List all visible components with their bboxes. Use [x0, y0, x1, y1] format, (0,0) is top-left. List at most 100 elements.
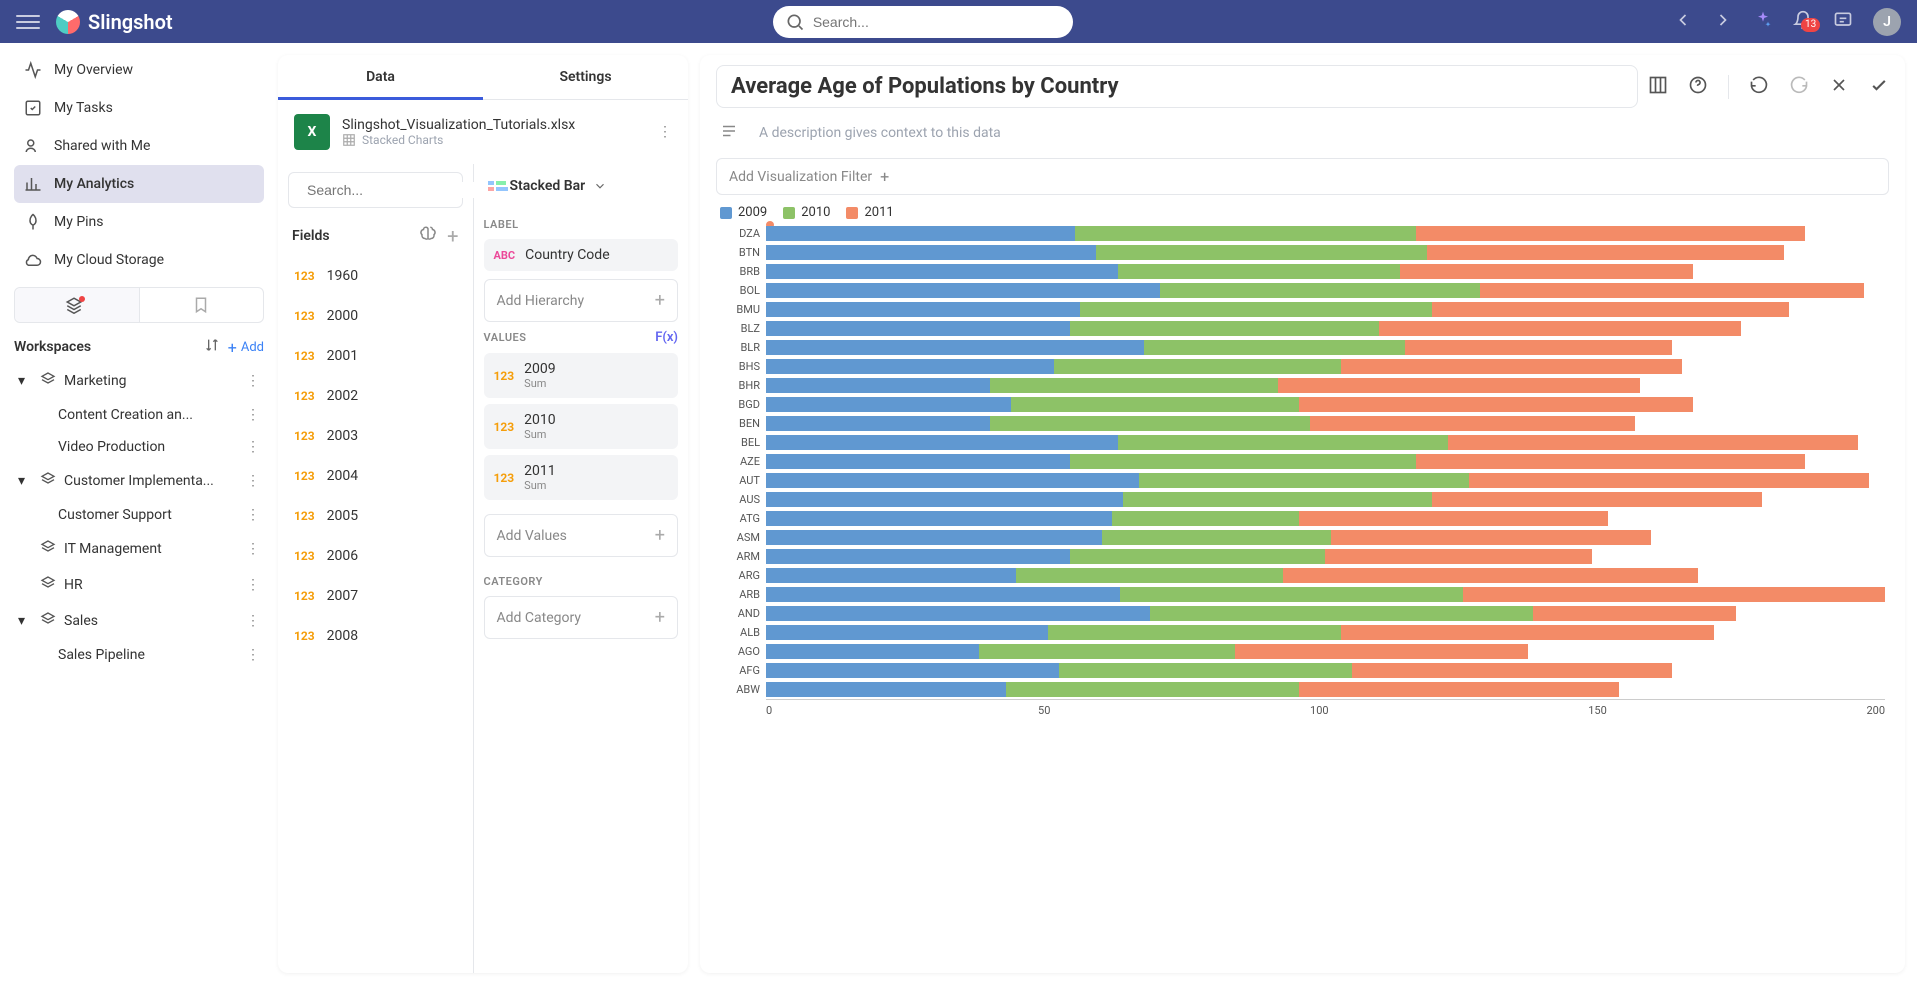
viz-title-input[interactable]: Average Age of Populations by Country: [716, 65, 1638, 108]
global-search[interactable]: [773, 6, 1073, 38]
workspace-item[interactable]: IT Management ⋮: [14, 531, 264, 567]
viz-description-input[interactable]: A description gives context to this data: [748, 118, 1885, 148]
field-item[interactable]: 1231960: [278, 256, 473, 296]
item-menu[interactable]: ⋮: [246, 541, 260, 557]
field-item[interactable]: 1232006: [278, 536, 473, 576]
chart-bar-row[interactable]: BEN: [720, 414, 1885, 433]
view-stack[interactable]: [15, 288, 140, 322]
chart-bar-row[interactable]: DZA: [720, 224, 1885, 243]
chart-bar-row[interactable]: ASM: [720, 528, 1885, 547]
item-menu[interactable]: ⋮: [246, 647, 260, 663]
menu-toggle[interactable]: [16, 10, 40, 34]
help-icon[interactable]: [1688, 75, 1708, 99]
brand-logo[interactable]: Slingshot: [56, 10, 173, 34]
undo-icon[interactable]: [1749, 75, 1769, 99]
chart-bar-row[interactable]: AZE: [720, 452, 1885, 471]
chart-bar-row[interactable]: AGO: [720, 642, 1885, 661]
workspace-child[interactable]: Sales Pipeline⋮: [14, 639, 264, 671]
field-item[interactable]: 1232007: [278, 576, 473, 616]
chart-bar-row[interactable]: ATG: [720, 509, 1885, 528]
field-item[interactable]: 1232005: [278, 496, 473, 536]
field-item[interactable]: 1232004: [278, 456, 473, 496]
nav-overview[interactable]: My Overview: [14, 51, 264, 89]
nav-tasks[interactable]: My Tasks: [14, 89, 264, 127]
nav-analytics[interactable]: My Analytics: [14, 165, 264, 203]
chart-bar-row[interactable]: ARG: [720, 566, 1885, 585]
workspace-item[interactable]: HR ⋮: [14, 567, 264, 603]
tab-settings[interactable]: Settings: [483, 55, 688, 99]
item-menu[interactable]: ⋮: [246, 473, 260, 489]
chart-bar-row[interactable]: BOL: [720, 281, 1885, 300]
fx-button[interactable]: F(x): [655, 330, 678, 345]
workspace-item[interactable]: ▾ Sales ⋮: [14, 603, 264, 639]
viz-type-selector[interactable]: Stacked Bar: [484, 172, 679, 200]
redo-icon[interactable]: [1789, 75, 1809, 99]
chart-bar-row[interactable]: BLR: [720, 338, 1885, 357]
nav-back[interactable]: [1673, 10, 1693, 34]
notifications-icon[interactable]: 13: [1793, 10, 1813, 34]
add-field[interactable]: +: [447, 224, 458, 248]
field-item[interactable]: 1232001: [278, 336, 473, 376]
field-item[interactable]: 1232000: [278, 296, 473, 336]
item-menu[interactable]: ⋮: [246, 373, 260, 389]
field-search-input[interactable]: [307, 182, 488, 198]
item-menu[interactable]: ⋮: [246, 507, 260, 523]
user-avatar[interactable]: J: [1873, 8, 1901, 36]
value-chip[interactable]: 1232011Sum: [484, 455, 679, 500]
file-menu[interactable]: ⋮: [658, 124, 672, 140]
add-hierarchy[interactable]: Add Hierarchy +: [484, 279, 679, 322]
chart-bar-row[interactable]: BRB: [720, 262, 1885, 281]
chart-bar-row[interactable]: AUS: [720, 490, 1885, 509]
item-menu[interactable]: ⋮: [246, 407, 260, 423]
legend-item[interactable]: 2010: [783, 205, 830, 220]
tab-data[interactable]: Data: [278, 55, 483, 99]
legend-item[interactable]: 2009: [720, 205, 767, 220]
field-search[interactable]: [288, 172, 463, 208]
chart-bar-row[interactable]: BHR: [720, 376, 1885, 395]
brain-icon[interactable]: [419, 225, 437, 247]
add-values[interactable]: Add Values +: [484, 514, 679, 557]
chart-bar-row[interactable]: BLZ: [720, 319, 1885, 338]
close-icon[interactable]: [1829, 75, 1849, 99]
item-menu[interactable]: ⋮: [246, 577, 260, 593]
label-chip[interactable]: ABC Country Code: [484, 239, 679, 271]
chart-bar-row[interactable]: BGD: [720, 395, 1885, 414]
chart-bar-row[interactable]: ABW: [720, 680, 1885, 699]
chat-icon[interactable]: [1833, 10, 1853, 34]
nav-pins[interactable]: My Pins: [14, 203, 264, 241]
view-bookmark[interactable]: [140, 288, 264, 322]
add-filter[interactable]: Add Visualization Filter +: [716, 158, 1889, 195]
chart-bar-row[interactable]: ARM: [720, 547, 1885, 566]
chart-bar-row[interactable]: AND: [720, 604, 1885, 623]
value-chip[interactable]: 1232009Sum: [484, 353, 679, 398]
field-item[interactable]: 1232002: [278, 376, 473, 416]
chart-bar-row[interactable]: AUT: [720, 471, 1885, 490]
add-category[interactable]: Add Category +: [484, 596, 679, 639]
chart-bar-row[interactable]: BEL: [720, 433, 1885, 452]
chart-bar-row[interactable]: ARB: [720, 585, 1885, 604]
chart-bar-row[interactable]: ALB: [720, 623, 1885, 642]
legend-item[interactable]: 2011: [846, 205, 893, 220]
chart-bar-row[interactable]: AFG: [720, 661, 1885, 680]
nav-cloud[interactable]: My Cloud Storage: [14, 241, 264, 279]
field-item[interactable]: 1232003: [278, 416, 473, 456]
nav-shared[interactable]: Shared with Me: [14, 127, 264, 165]
confirm-icon[interactable]: [1869, 75, 1889, 99]
field-item[interactable]: 1232008: [278, 616, 473, 656]
chart-bar-row[interactable]: BTN: [720, 243, 1885, 262]
value-chip[interactable]: 1232010Sum: [484, 404, 679, 449]
search-input[interactable]: [813, 14, 1061, 30]
workspace-item[interactable]: ▾ Marketing ⋮: [14, 363, 264, 399]
item-menu[interactable]: ⋮: [246, 439, 260, 455]
workspace-item[interactable]: ▾ Customer Implementa... ⋮: [14, 463, 264, 499]
chart-bar-row[interactable]: BHS: [720, 357, 1885, 376]
chart-bar-row[interactable]: BMU: [720, 300, 1885, 319]
workspace-child[interactable]: Content Creation an...⋮: [14, 399, 264, 431]
nav-forward[interactable]: [1713, 10, 1733, 34]
grid-view-icon[interactable]: [1648, 75, 1668, 99]
add-workspace[interactable]: +Add: [228, 338, 264, 357]
ai-sparkle-icon[interactable]: [1753, 10, 1773, 34]
item-menu[interactable]: ⋮: [246, 613, 260, 629]
workspace-child[interactable]: Video Production⋮: [14, 431, 264, 463]
sort-icon[interactable]: [204, 337, 220, 357]
